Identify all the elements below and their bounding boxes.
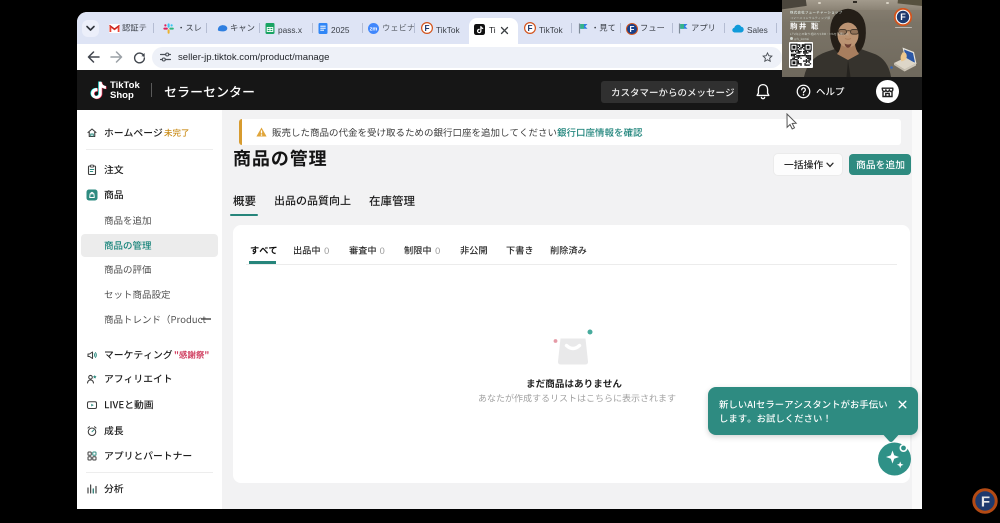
svg-text:F: F — [527, 24, 532, 33]
svg-text:F: F — [900, 12, 906, 22]
svg-text:F: F — [630, 24, 635, 33]
svg-text:F: F — [981, 494, 990, 511]
svg-text:zm: zm — [370, 26, 378, 32]
svg-text:F: F — [424, 24, 429, 33]
